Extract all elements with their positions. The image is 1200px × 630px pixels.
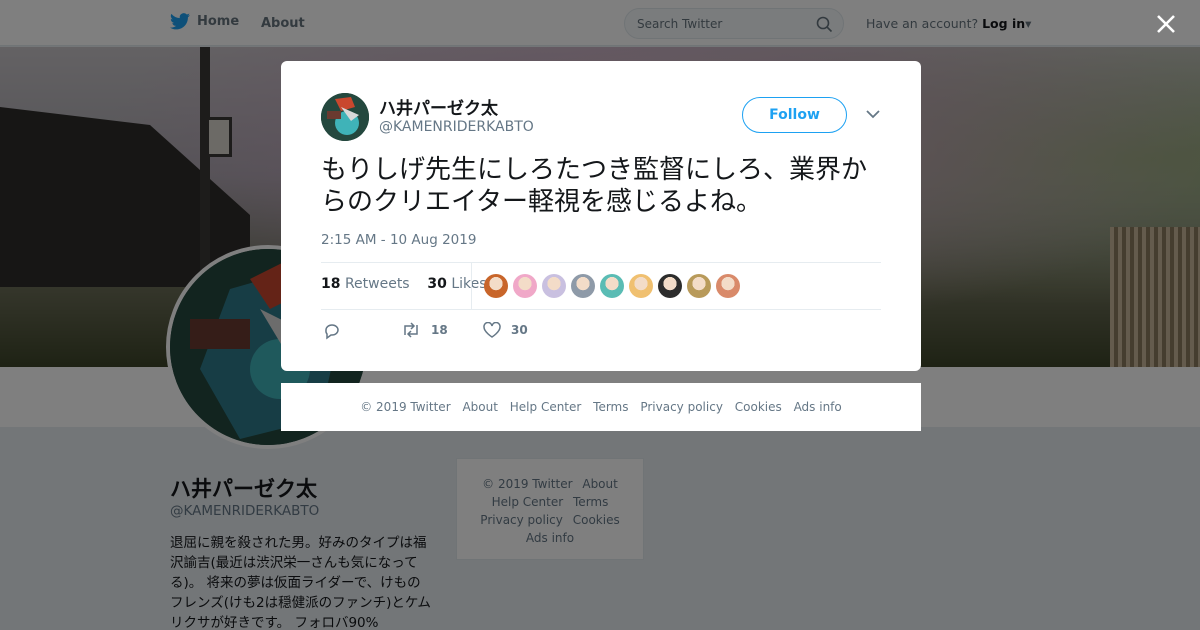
liker-avatar[interactable] (571, 274, 595, 298)
tweet-timestamp[interactable]: 2:15 AM - 10 Aug 2019 (321, 232, 476, 248)
liker-avatar[interactable] (513, 274, 537, 298)
like-count: 30 (511, 323, 528, 337)
liker-avatar[interactable] (484, 274, 508, 298)
likes-count: 30 (427, 276, 447, 292)
liker-avatar[interactable] (687, 274, 711, 298)
footer-link-about[interactable]: About (462, 400, 497, 414)
footer-link-ads[interactable]: Ads info (794, 400, 842, 414)
footer-link-cookies[interactable]: Cookies (735, 400, 782, 414)
liker-avatar[interactable] (658, 274, 682, 298)
liker-avatar[interactable] (600, 274, 624, 298)
reply-icon (325, 324, 339, 340)
modal-footer: © 2019 Twitter About Help Center Terms P… (281, 383, 921, 431)
tweet-modal: ハ井パーゼク太 @KAMENRIDERKABTO Follow もりしげ先生にし… (281, 61, 921, 371)
liker-avatars (484, 274, 740, 298)
footer-link-privacy[interactable]: Privacy policy (640, 400, 723, 414)
retweet-button[interactable]: 18 (401, 322, 448, 338)
author-avatar-artwork (321, 93, 369, 141)
tweet-text: もりしげ先生にしろたつき監督にしろ、業界からのクリエイター軽視を感じるよね。 (321, 155, 868, 217)
tweet-author-avatar[interactable] (321, 93, 369, 141)
retweet-icon (404, 322, 418, 338)
divider (321, 309, 881, 310)
chevron-down-icon[interactable] (866, 109, 880, 119)
retweet-count: 18 (431, 323, 448, 337)
follow-button[interactable]: Follow (742, 97, 847, 133)
likes-stat[interactable]: 30 Likes (427, 276, 486, 292)
tweet-author-handle[interactable]: @KAMENRIDERKABTO (379, 119, 534, 135)
footer-copyright: © 2019 Twitter (360, 400, 451, 414)
like-button[interactable]: 30 (483, 322, 528, 338)
footer-link-terms[interactable]: Terms (593, 400, 628, 414)
likes-label: Likes (451, 276, 487, 292)
retweets-count: 18 (321, 276, 341, 292)
heart-icon (483, 322, 501, 338)
retweets-stat[interactable]: 18 Retweets (321, 276, 410, 292)
divider (321, 262, 881, 263)
retweets-label: Retweets (344, 276, 410, 292)
liker-avatar[interactable] (629, 274, 653, 298)
tweet-author-name[interactable]: ハ井パーゼク太 (379, 94, 498, 119)
tweet-stats: 18 Retweets 30 Likes (321, 276, 487, 292)
footer-link-help[interactable]: Help Center (510, 400, 582, 414)
reply-button[interactable] (323, 322, 341, 340)
liker-avatar[interactable] (716, 274, 740, 298)
divider (471, 263, 472, 309)
liker-avatar[interactable] (542, 274, 566, 298)
close-icon[interactable] (1154, 12, 1178, 36)
